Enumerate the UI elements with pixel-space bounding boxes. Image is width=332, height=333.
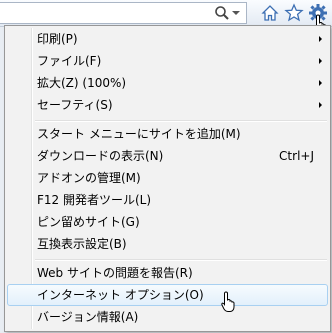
menu-item-shortcut: Ctrl+J [279,149,314,163]
menu-item-label: スタート メニューにサイトを追加(M) [37,127,241,141]
search-box[interactable] [0,2,247,24]
menu-item-label: セーフティ(S) [37,98,113,112]
menu-item-zoom[interactable]: 拡大(Z) (100%) [7,72,328,94]
menu-item-compat-view[interactable]: 互換表示設定(B) [7,233,328,255]
menu-separator [35,259,327,261]
hand-cursor-icon [221,291,235,312]
menu-item-label: バージョン情報(A) [37,310,139,324]
browser-toolbar [0,0,332,35]
home-icon[interactable] [259,2,281,24]
menu-item-label: ダウンロードの表示(N) [37,149,164,163]
submenu-arrow-icon [319,58,322,64]
menu-item-report-problem[interactable]: Web サイトの問題を報告(R) [7,262,328,284]
menu-item-safety[interactable]: セーフティ(S) [7,94,328,116]
menu-item-print[interactable]: 印刷(P) [7,28,328,50]
menu-item-manage-addons[interactable]: アドオンの管理(M) [7,167,328,189]
search-icon[interactable] [214,5,230,21]
menu-item-label: ピン留めサイト(G) [37,215,140,229]
tools-menu: 印刷(P) ファイル(F) 拡大(Z) (100%) セーフティ(S) スタート… [4,25,331,332]
submenu-arrow-icon [319,102,322,108]
submenu-arrow-icon [319,36,322,42]
menu-item-internet-options[interactable]: インターネット オプション(O) [7,284,328,306]
menu-item-dev-tools[interactable]: F12 開発者ツール(L) [7,189,328,211]
menu-item-label: アドオンの管理(M) [37,171,141,185]
menu-separator [35,120,327,122]
menu-item-about[interactable]: バージョン情報(A) [7,306,328,328]
menu-item-label: インターネット オプション(O) [37,288,204,302]
menu-item-label: ファイル(F) [37,54,102,68]
menu-item-add-to-start[interactable]: スタート メニューにサイトを追加(M) [7,123,328,145]
menu-item-label: 印刷(P) [37,32,78,46]
star-icon[interactable] [283,2,305,24]
chevron-down-icon[interactable] [232,11,240,15]
menu-item-label: F12 開発者ツール(L) [37,193,152,207]
menu-item-label: Web サイトの問題を報告(R) [37,266,193,280]
menu-item-label: 互換表示設定(B) [37,237,127,251]
submenu-arrow-icon [319,80,322,86]
menu-item-view-downloads[interactable]: ダウンロードの表示(N) Ctrl+J [7,145,328,167]
menu-item-pinned-sites[interactable]: ピン留めサイト(G) [7,211,328,233]
menu-item-label: 拡大(Z) (100%) [37,76,127,90]
menu-item-file[interactable]: ファイル(F) [7,50,328,72]
